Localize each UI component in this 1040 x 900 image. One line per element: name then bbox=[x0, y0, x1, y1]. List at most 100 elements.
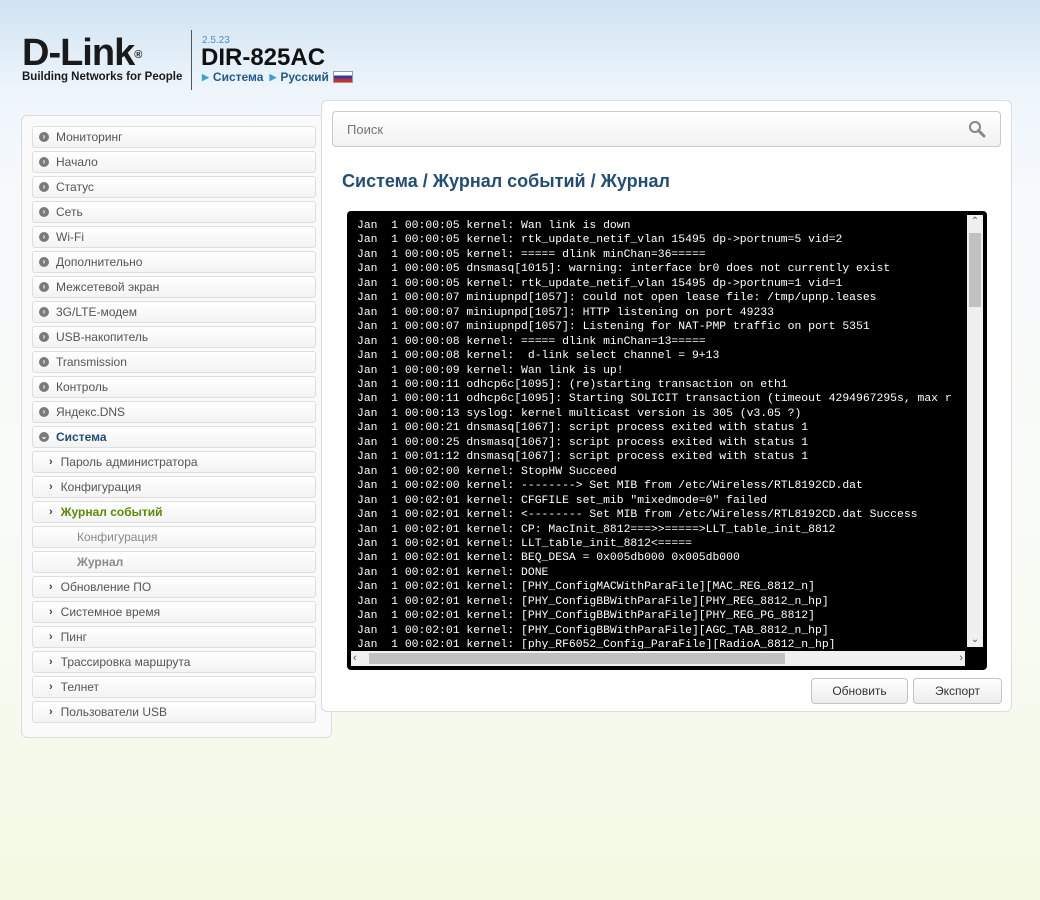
sidebar-item-label: Wi-Fi bbox=[56, 230, 84, 244]
log-text[interactable]: Jan 1 00:00:05 kernel: Wan link is down … bbox=[357, 219, 964, 649]
export-button[interactable]: Экспорт bbox=[913, 678, 1002, 704]
scroll-down-icon[interactable]: ⌄ bbox=[967, 633, 983, 647]
chevron-right-circle-icon: › bbox=[39, 282, 49, 292]
chevron-right-icon: › bbox=[49, 481, 53, 493]
log-line: Jan 1 00:02:00 kernel: --------> Set MIB… bbox=[357, 480, 863, 493]
log-line: Jan 1 00:02:01 kernel: DONE bbox=[357, 566, 549, 579]
sidebar-item-label: Мониторинг bbox=[56, 130, 123, 144]
chevron-right-icon: › bbox=[49, 456, 53, 468]
log-line: Jan 1 00:00:07 miniupnpd[1057]: could no… bbox=[357, 292, 877, 305]
sidebar-subsubitem-log-configuration[interactable]: Конфигурация bbox=[32, 526, 316, 548]
sidebar-item-label: Система bbox=[56, 430, 107, 444]
log-viewer[interactable]: Jan 1 00:00:05 kernel: Wan link is down … bbox=[347, 211, 987, 670]
log-line: Jan 1 00:02:01 kernel: CP: MacInit_8812=… bbox=[357, 523, 836, 536]
sidebar-item-label: Начало bbox=[56, 155, 98, 169]
chevron-right-icon: › bbox=[49, 656, 53, 668]
dlink-logo[interactable]: D-Link® Building Networks for People bbox=[22, 34, 182, 86]
system-link[interactable]: Система bbox=[213, 70, 264, 84]
sidebar-item-label: Системное время bbox=[60, 605, 161, 619]
horizontal-scrollbar[interactable]: ‹ › bbox=[351, 651, 965, 666]
vertical-scroll-thumb[interactable] bbox=[969, 233, 981, 307]
chevron-right-circle-icon: › bbox=[39, 332, 49, 342]
sidebar-item-wifi[interactable]: › Wi-Fi bbox=[32, 226, 316, 248]
log-line: Jan 1 00:00:11 odhcp6c[1095]: Starting S… bbox=[357, 393, 952, 406]
sidebar-subitem-ping[interactable]: › Пинг bbox=[32, 626, 316, 648]
sidebar-item-label: Пинг bbox=[60, 630, 88, 644]
russia-flag-icon[interactable] bbox=[332, 71, 353, 83]
sidebar-item-label: Конфигурация bbox=[77, 530, 158, 544]
log-line: Jan 1 00:00:07 miniupnpd[1057]: HTTP lis… bbox=[357, 306, 774, 319]
chevron-right-circle-icon: › bbox=[39, 357, 49, 367]
sidebar-item-usb-storage[interactable]: › USB-накопитель bbox=[32, 326, 316, 348]
sidebar-item-start[interactable]: › Начало bbox=[32, 151, 316, 173]
log-line: Jan 1 00:00:05 kernel: rtk_update_netif_… bbox=[357, 234, 843, 247]
log-line: Jan 1 00:01:12 dnsmasq[1067]: script pro… bbox=[357, 451, 809, 464]
horizontal-scroll-thumb[interactable] bbox=[369, 653, 785, 664]
sidebar-item-firewall[interactable]: › Межсетевой экран bbox=[32, 276, 316, 298]
sidebar-subitem-event-log[interactable]: › Журнал событий bbox=[32, 501, 316, 523]
chevron-right-icon: › bbox=[49, 631, 53, 643]
sidebar-item-advanced[interactable]: › Дополнительно bbox=[32, 251, 316, 273]
log-line: Jan 1 00:02:01 kernel: [phy_RF6052_Confi… bbox=[357, 639, 836, 649]
log-line: Jan 1 00:00:07 miniupnpd[1057]: Listenin… bbox=[357, 321, 870, 334]
language-link[interactable]: Русский bbox=[280, 70, 329, 84]
scroll-up-icon[interactable]: ⌃ bbox=[967, 215, 983, 229]
log-line: Jan 1 00:02:01 kernel: LLT_table_init_88… bbox=[357, 537, 692, 550]
log-line: Jan 1 00:00:05 kernel: ===== dlink minCh… bbox=[357, 248, 706, 261]
scroll-left-icon[interactable]: ‹ bbox=[353, 651, 357, 666]
sidebar-subitem-telnet[interactable]: › Телнет bbox=[32, 676, 316, 698]
search-input[interactable] bbox=[333, 112, 961, 146]
vertical-scrollbar[interactable]: ⌃ ⌄ bbox=[967, 215, 983, 647]
log-line: Jan 1 00:00:05 kernel: rtk_update_netif_… bbox=[357, 277, 843, 290]
triangle-right-icon: ▶ bbox=[202, 71, 209, 82]
scroll-right-icon[interactable]: › bbox=[959, 651, 963, 666]
sidebar-subitem-usb-users[interactable]: › Пользователи USB bbox=[32, 701, 316, 723]
sidebar-subitem-firmware-update[interactable]: › Обновление ПО bbox=[32, 576, 316, 598]
log-line: Jan 1 00:02:01 kernel: [PHY_ConfigBBWith… bbox=[357, 595, 829, 608]
breadcrumb-system: Система / bbox=[342, 171, 428, 191]
chevron-right-circle-icon: › bbox=[39, 207, 49, 217]
sidebar-item-monitoring[interactable]: › Мониторинг bbox=[32, 126, 316, 148]
sidebar-item-control[interactable]: › Контроль bbox=[32, 376, 316, 398]
chevron-down-circle-icon: ⌄ bbox=[39, 432, 49, 442]
chevron-right-icon: › bbox=[49, 581, 53, 593]
log-line: Jan 1 00:00:25 dnsmasq[1067]: script pro… bbox=[357, 436, 809, 449]
log-line: Jan 1 00:02:01 kernel: [PHY_ConfigMACWit… bbox=[357, 581, 815, 594]
sidebar-item-label: Журнал событий bbox=[60, 505, 163, 519]
sidebar-item-transmission[interactable]: › Transmission bbox=[32, 351, 316, 373]
sidebar-item-network[interactable]: › Сеть bbox=[32, 201, 316, 223]
sidebar-item-label: Межсетевой экран bbox=[56, 280, 160, 294]
search-icon[interactable] bbox=[968, 120, 986, 138]
sidebar-item-label: Журнал bbox=[77, 555, 124, 569]
log-line: Jan 1 00:02:01 kernel: BEQ_DESA = 0x005d… bbox=[357, 552, 740, 565]
sidebar-subitem-admin-password[interactable]: › Пароль администратора bbox=[32, 451, 316, 473]
log-line: Jan 1 00:00:08 kernel: d-link select cha… bbox=[357, 350, 720, 363]
log-line: Jan 1 00:02:01 kernel: <-------- Set MIB… bbox=[357, 509, 918, 522]
log-line: Jan 1 00:00:09 kernel: Wan link is up! bbox=[357, 364, 624, 377]
chevron-right-icon: › bbox=[49, 606, 53, 618]
log-line: Jan 1 00:02:01 kernel: [PHY_ConfigBBWith… bbox=[357, 624, 829, 637]
chevron-right-circle-icon: › bbox=[39, 132, 49, 142]
sidebar-item-label: Яндекс.DNS bbox=[56, 405, 126, 419]
sidebar-item-yandex-dns[interactable]: › Яндекс.DNS bbox=[32, 401, 316, 423]
refresh-button[interactable]: Обновить bbox=[811, 678, 908, 704]
chevron-right-circle-icon: › bbox=[39, 232, 49, 242]
log-line: Jan 1 00:00:08 kernel: ===== dlink minCh… bbox=[357, 335, 706, 348]
sidebar-subitem-traceroute[interactable]: › Трассировка маршрута bbox=[32, 651, 316, 673]
log-line: Jan 1 00:02:01 kernel: [PHY_ConfigBBWith… bbox=[357, 610, 815, 623]
sidebar-item-system[interactable]: ⌄ Система bbox=[32, 426, 316, 448]
sidebar-item-label: Пароль администратора bbox=[60, 455, 198, 469]
breadcrumb-event-log: Журнал событий / bbox=[432, 171, 596, 191]
sidebar-subitem-configuration[interactable]: › Конфигурация bbox=[32, 476, 316, 498]
sidebar-subitem-system-time[interactable]: › Системное время bbox=[32, 601, 316, 623]
chevron-right-icon: › bbox=[49, 706, 53, 718]
chevron-right-circle-icon: › bbox=[39, 257, 49, 267]
log-line: Jan 1 00:02:01 kernel: CFGFILE set_mib "… bbox=[357, 494, 768, 507]
sidebar-item-label: Статус bbox=[56, 180, 94, 194]
header-links: ▶ Система ▶ Русский bbox=[202, 70, 353, 84]
sidebar-item-status[interactable]: › Статус bbox=[32, 176, 316, 198]
sidebar-menu: › Мониторинг › Начало › Статус › Сеть › Wi-Fi… bbox=[21, 115, 332, 738]
sidebar-item-label: Сеть bbox=[56, 205, 83, 219]
sidebar-subsubitem-log[interactable]: Журнал bbox=[32, 551, 316, 573]
sidebar-item-modem[interactable]: › 3G/LTE-модем bbox=[32, 301, 316, 323]
